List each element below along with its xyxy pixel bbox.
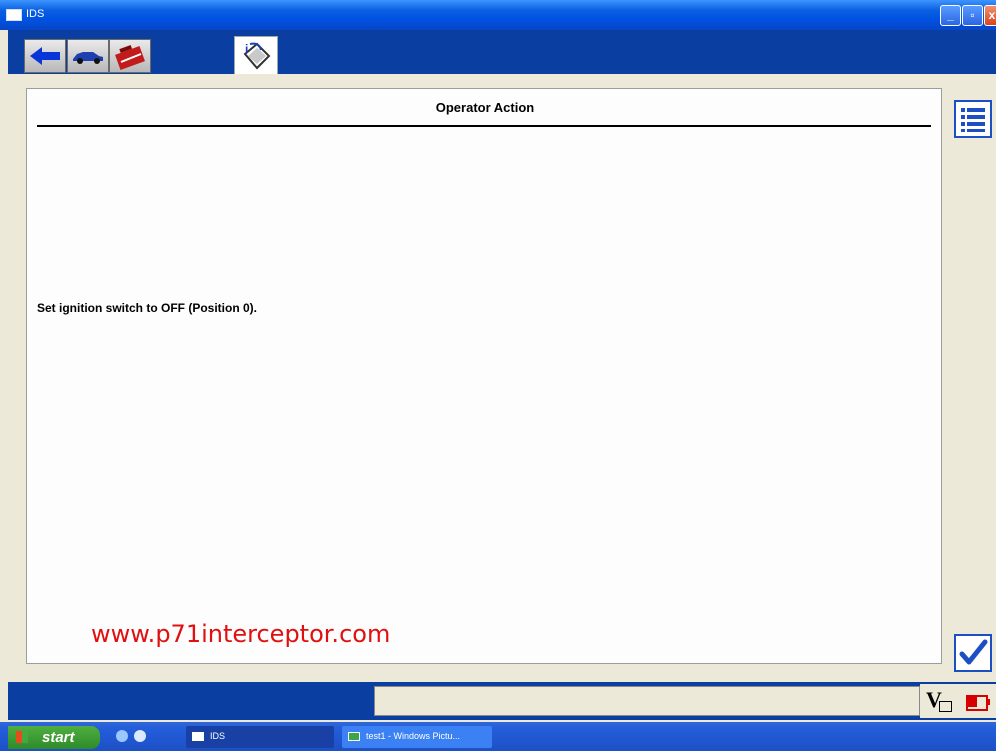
minimize-button[interactable]: _ [940,5,961,26]
start-label: start [42,729,75,746]
checkmark-icon [959,639,988,665]
panel-title: Operator Action [435,100,535,115]
taskbar-item-ids[interactable]: IDS [186,726,334,748]
back-button[interactable] [24,39,66,73]
main-frame: Operator Action Set ignition switch to O… [8,74,996,682]
toolbox-button[interactable] [109,39,151,73]
watermark-text: www.p71interceptor.com [91,620,391,648]
panel-divider [37,125,931,127]
status-field [374,686,920,716]
app-icon [6,9,22,21]
taskbar-item-label: IDS [210,731,226,741]
maximize-button[interactable]: ▫ [962,5,983,26]
vehicle-button[interactable] [67,39,109,73]
back-arrow-icon [30,47,60,65]
battery-tip [987,699,990,705]
toolbox-icon [115,45,145,70]
confirm-button[interactable] [954,634,992,672]
window-title: IDS [26,8,45,20]
browser-icon[interactable] [134,730,146,742]
info-tab[interactable]: i [234,36,278,76]
status-bar: V [8,682,996,720]
picture-viewer-icon [348,732,360,741]
window-titlebar[interactable]: IDS _ ▫ x [0,0,996,30]
info-icon: i [243,42,271,70]
voltage-indicator: V [920,684,960,718]
close-button[interactable]: x [984,5,996,26]
quicklaunch-icon[interactable] [116,730,128,742]
operator-action-panel: Operator Action Set ignition switch to O… [26,88,942,664]
taskbar-item-label: test1 - Windows Pictu... [366,731,461,741]
window-icon [192,732,204,741]
quick-launch [116,730,156,744]
list-button[interactable] [954,100,992,138]
toolbar: i [8,30,996,76]
svg-text:i: i [245,42,248,56]
taskbar: start IDS test1 - Windows Pictu... [0,722,996,751]
instruction-text: Set ignition switch to OFF (Position 0). [37,301,257,315]
start-button[interactable]: start [8,726,100,749]
list-icon [961,108,985,132]
vehicle-icon [73,52,103,64]
voltage-sub-icon [939,701,952,712]
battery-fill [968,697,977,707]
taskbar-item-picture-viewer[interactable]: test1 - Windows Pictu... [342,726,492,748]
windows-logo-icon [16,731,28,743]
battery-indicator [960,684,996,718]
